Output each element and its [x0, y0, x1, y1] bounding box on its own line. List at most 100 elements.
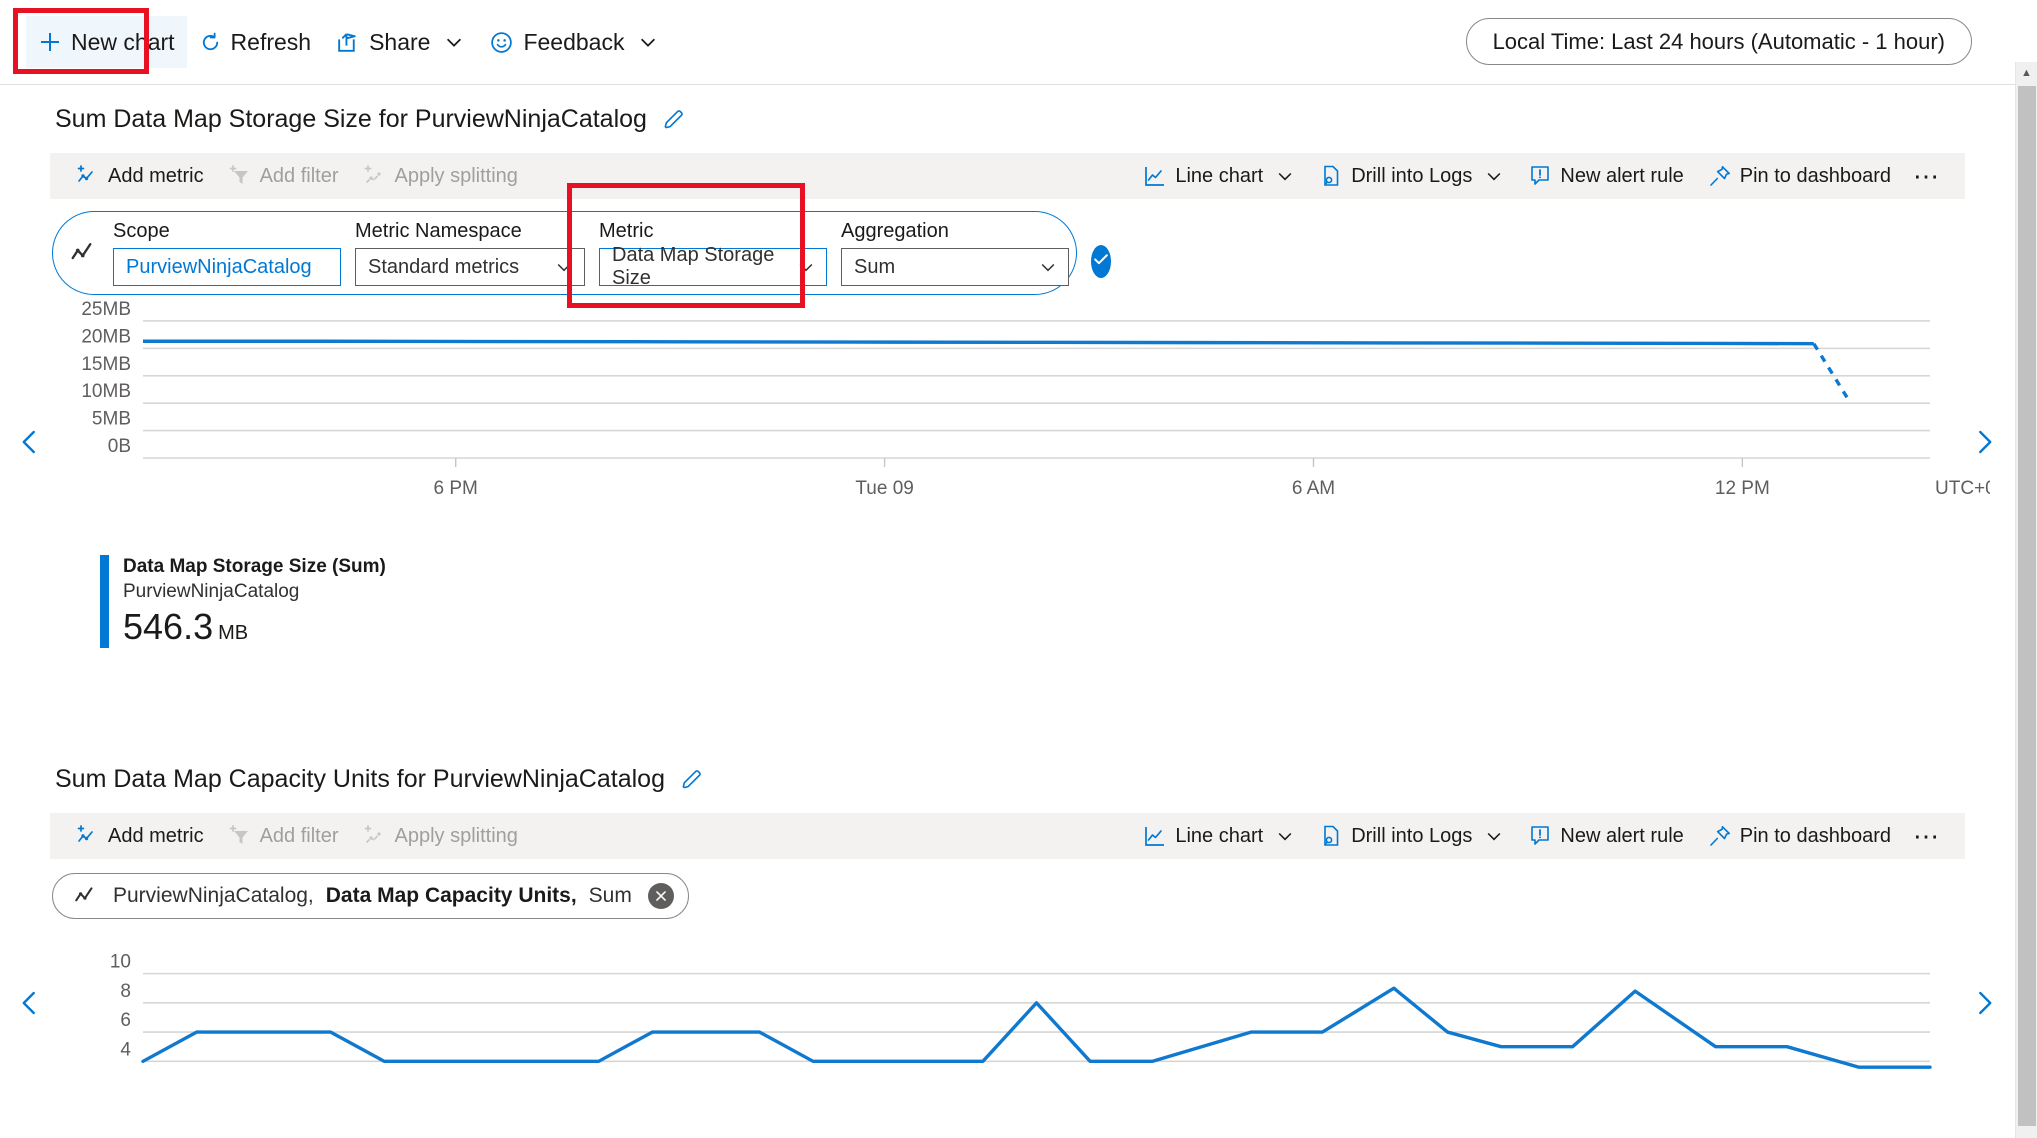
add-metric-icon — [76, 824, 100, 848]
share-label: Share — [369, 28, 431, 55]
chevron-down-icon — [1484, 166, 1504, 186]
chart2-metric-toolbar: Add metric Add filter Apply splitting Li… — [50, 813, 1965, 859]
check-icon — [1091, 249, 1111, 274]
aggregation-value: Sum — [854, 255, 896, 278]
feedback-label: Feedback — [523, 28, 625, 55]
drill-into-logs-icon — [1319, 824, 1343, 848]
chevron-down-icon — [1038, 257, 1058, 277]
add-metric-icon — [76, 164, 100, 188]
scope-value: PurviewNinjaCatalog — [126, 255, 312, 278]
drill-into-logs-button[interactable]: Drill into Logs — [1307, 156, 1516, 196]
metric-namespace-label: Metric Namespace — [355, 220, 522, 242]
chip-aggregation: Sum — [588, 884, 632, 907]
chevron-down-icon — [796, 257, 816, 277]
chevron-down-icon — [1484, 826, 1504, 846]
pin-to-dashboard-button[interactable]: Pin to dashboard — [1696, 156, 1903, 196]
new-alert-rule-button[interactable]: New alert rule — [1516, 156, 1695, 196]
aggregation-field: Aggregation Sum — [841, 220, 1069, 286]
drill-into-logs-icon — [1319, 164, 1343, 188]
drill-into-logs-button[interactable]: Drill into Logs — [1307, 816, 1516, 856]
add-filter-label: Add filter — [259, 824, 339, 847]
new-alert-rule-button[interactable]: New alert rule — [1516, 816, 1695, 856]
chart2-plot-area: 10 8 6 4 — [0, 941, 1992, 1138]
metric-field: Metric Data Map Storage Size — [599, 220, 827, 289]
svg-text:25MB: 25MB — [81, 299, 131, 320]
chart-panel-capacity-units: Sum Data Map Capacity Units for PurviewN… — [0, 765, 1992, 1138]
refresh-label: Refresh — [230, 28, 312, 55]
new-alert-rule-label: New alert rule — [1560, 824, 1684, 847]
share-button[interactable]: Share — [323, 16, 477, 68]
metric-picker: Scope PurviewNinjaCatalog Metric Namespa… — [52, 211, 1111, 295]
chart1-plot-area: 25MB 20MB 15MB 10MB 5MB 0B 6 PM Tue 09 6 AM 12 PM… — [0, 295, 1992, 595]
scope-field: Scope PurviewNinjaCatalog — [113, 220, 341, 286]
chip-scope: PurviewNinjaCatalog, — [113, 884, 314, 907]
chevron-down-icon — [443, 31, 465, 53]
pin-to-dashboard-button[interactable]: Pin to dashboard — [1696, 816, 1903, 856]
apply-splitting-icon — [363, 824, 387, 848]
metric-line-icon — [71, 883, 101, 909]
pin-to-dashboard-label: Pin to dashboard — [1739, 164, 1891, 187]
close-icon[interactable] — [647, 883, 674, 909]
metric-chip[interactable]: PurviewNinjaCatalog, Data Map Capacity U… — [52, 873, 689, 919]
add-metric-button[interactable]: Add metric — [64, 816, 216, 856]
chart2-toolbar-right: Line chart Drill into Logs New alert rul… — [1131, 816, 1951, 856]
svg-text:15MB: 15MB — [81, 354, 131, 375]
chart-type-label: Line chart — [1175, 164, 1264, 187]
chart1-toolbar-right: Line chart Drill into Logs New alert rul… — [1131, 156, 1951, 196]
chevron-down-icon — [637, 31, 659, 53]
edit-pencil-icon[interactable] — [661, 107, 687, 133]
line-chart-icon — [1143, 164, 1167, 188]
command-bar: New chart Refresh Share Feedback Local T… — [0, 0, 2037, 85]
svg-text:Tue 09: Tue 09 — [855, 478, 913, 499]
pin-icon — [1708, 164, 1732, 188]
svg-text:10: 10 — [110, 952, 131, 973]
pin-icon — [1708, 824, 1732, 848]
apply-metric-button[interactable] — [1091, 244, 1111, 278]
time-range-picker[interactable]: Local Time: Last 24 hours (Automatic - 1… — [1465, 18, 1972, 65]
feedback-button[interactable]: Feedback — [477, 16, 671, 68]
refresh-button[interactable]: Refresh — [187, 16, 324, 68]
plus-icon — [38, 30, 62, 54]
add-filter-icon — [228, 164, 252, 188]
add-filter-button: Add filter — [216, 156, 351, 196]
svg-text:6: 6 — [120, 1010, 131, 1031]
svg-text:4: 4 — [120, 1039, 131, 1060]
svg-text:12 PM: 12 PM — [1715, 478, 1770, 499]
edit-pencil-icon[interactable] — [679, 767, 705, 793]
scroll-up-arrow-icon[interactable]: ▲ — [2016, 62, 2037, 84]
chart-type-button[interactable]: Line chart — [1131, 156, 1307, 196]
chart2-title-row: Sum Data Map Capacity Units for PurviewN… — [0, 765, 1990, 794]
add-metric-button[interactable]: Add metric — [64, 156, 216, 196]
aggregation-select[interactable]: Sum — [841, 248, 1069, 286]
chart2-toolbar-left: Add metric Add filter Apply splitting — [64, 816, 530, 856]
add-filter-label: Add filter — [259, 164, 339, 187]
metrics-page: New chart Refresh Share Feedback Local T… — [0, 0, 2037, 1138]
metric-select[interactable]: Data Map Storage Size — [599, 244, 827, 289]
add-metric-label: Add metric — [108, 824, 204, 847]
svg-text:6 AM: 6 AM — [1292, 478, 1335, 499]
chart-type-label: Line chart — [1175, 824, 1264, 847]
svg-text:5MB: 5MB — [92, 409, 131, 430]
chart1-title: Sum Data Map Storage Size for PurviewNin… — [55, 105, 647, 133]
scrollbar-thumb[interactable] — [2018, 86, 2036, 1126]
more-options-button[interactable]: ⋯ — [1903, 161, 1951, 192]
chart-type-button[interactable]: Line chart — [1131, 816, 1307, 856]
metric-namespace-value: Standard metrics — [368, 255, 520, 278]
vertical-scrollbar[interactable]: ▲ — [2015, 62, 2037, 1138]
new-chart-button[interactable]: New chart — [26, 16, 187, 68]
chart2-svg: 10 8 6 4 — [110, 952, 1932, 1069]
metric-value: Data Map Storage Size — [612, 244, 775, 289]
metric-namespace-select[interactable]: Standard metrics — [355, 248, 585, 286]
chart1-title-row: Sum Data Map Storage Size for PurviewNin… — [0, 105, 1990, 134]
metric-label: Metric — [599, 220, 654, 242]
legend-unit: MB — [218, 622, 249, 645]
metric-line-icon — [69, 238, 99, 268]
pin-to-dashboard-label: Pin to dashboard — [1739, 824, 1891, 847]
svg-text:10MB: 10MB — [81, 381, 131, 402]
time-range-label: Local Time: Last 24 hours (Automatic - 1… — [1492, 28, 1945, 54]
chevron-down-icon — [1275, 826, 1295, 846]
scope-input[interactable]: PurviewNinjaCatalog — [113, 248, 341, 286]
more-options-button[interactable]: ⋯ — [1903, 821, 1951, 852]
apply-splitting-label: Apply splitting — [394, 824, 518, 847]
chevron-down-icon — [554, 257, 574, 277]
